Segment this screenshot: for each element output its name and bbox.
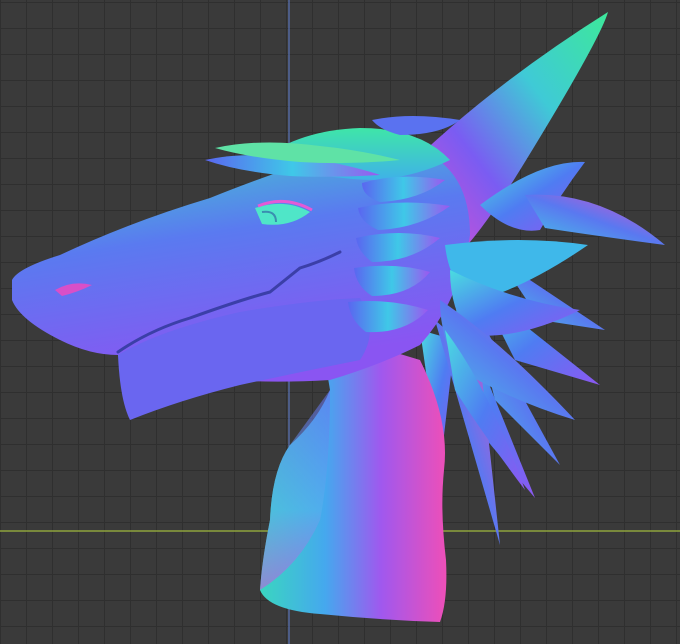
head-spike	[525, 194, 665, 245]
3d-viewport[interactable]	[0, 0, 680, 644]
viewport-canvas[interactable]	[0, 0, 680, 644]
